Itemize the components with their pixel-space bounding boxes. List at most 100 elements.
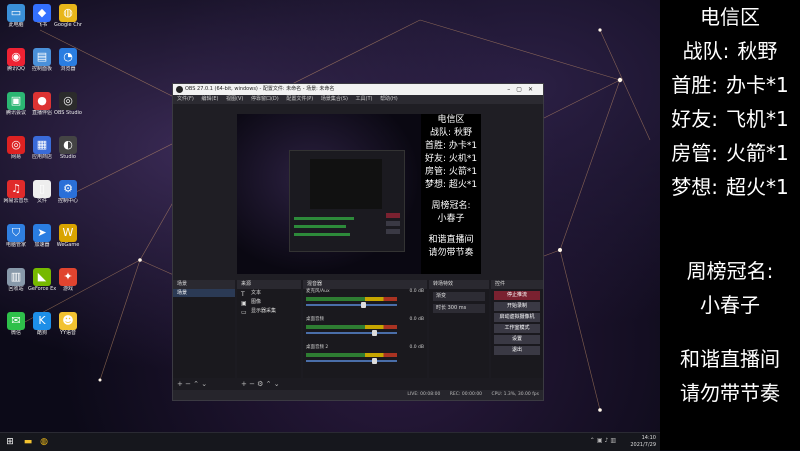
desktop-icon-label: WeGame xyxy=(56,242,80,248)
mixer-header: 混音器 xyxy=(303,280,427,289)
scenes-toolbar[interactable]: + − ⌃ ⌄ xyxy=(173,378,235,390)
desktop-icon[interactable]: ◎ OBS Studio xyxy=(54,92,82,116)
channel-db: 0.0 dB xyxy=(409,317,424,322)
chrome-icon: ◍ xyxy=(59,4,77,22)
control-button[interactable]: 启动虚拟摄像机 xyxy=(494,313,540,322)
desktop-icon[interactable]: ◍Google Chrome xyxy=(54,4,82,28)
obs-docks: 场景 场景 + − ⌃ ⌄ 来源 T 文本 ▣ 图像 ▭ 显示器采集 + − ⚙ ⌃ ⌄ … xyxy=(173,280,543,390)
volume-slider-knob[interactable] xyxy=(372,330,377,336)
file-explorer-icon[interactable]: ▬ xyxy=(22,436,34,448)
support-line: 好友: 飞机*1 xyxy=(660,102,800,136)
desktop-icon[interactable]: ➤ 加速器 xyxy=(28,224,56,248)
source-item[interactable]: T 文本 xyxy=(237,289,301,298)
qq-icon: ◉ xyxy=(7,48,25,66)
monitor-icon: ▭ xyxy=(241,309,247,316)
desktop-icon[interactable]: ✉ 微信 xyxy=(2,312,30,336)
menu-docks[interactable]: 停靠窗口(D) xyxy=(251,96,279,102)
mixer-list: 麦克风/Aux 0.0 dB 桌面音频 0.0 dB 桌面音频 2 0.0 dB xyxy=(303,289,427,378)
yy-icon: ☻ xyxy=(59,312,77,330)
scene-item[interactable]: 场景 xyxy=(173,289,235,297)
menu-scene-collection[interactable]: 场景集合(S) xyxy=(321,96,348,102)
windows-logo-icon[interactable]: ⊞ xyxy=(4,436,16,448)
control-button[interactable]: 停止推流 xyxy=(494,291,540,300)
volume-slider[interactable] xyxy=(306,360,397,362)
transitions-header: 转场特效 xyxy=(429,280,489,289)
control-button[interactable]: 退出 xyxy=(494,346,540,355)
stream-info-panel: 电信区 战队: 秋野 首胜: 办卡*1 好友: 飞机*1 房管: 火箭*1 梦想: 超火*1 周榜… xyxy=(660,0,800,450)
preview-overlay-line: 战队: 秋野 xyxy=(430,128,472,138)
obs-window[interactable]: OBS 27.0.1 (64-bit, windows) - 配置文件: 未命名… xyxy=(172,83,544,401)
transition-select[interactable]: 渐变 xyxy=(433,292,485,301)
desktop-icon[interactable]: ✦ 游戏 xyxy=(54,268,82,292)
desktop-icon[interactable]: ● 直播伴侣 xyxy=(28,92,56,116)
desktop-icon[interactable]: ◣GeForce Experience xyxy=(28,268,56,292)
control-panel-icon: ▤ xyxy=(33,48,51,66)
menu-tools[interactable]: 工具(T) xyxy=(356,96,373,102)
support-key: 梦想: xyxy=(671,175,718,199)
menu-view[interactable]: 视图(V) xyxy=(226,96,243,102)
wechat-icon: ✉ xyxy=(7,312,25,330)
source-label: 显示器采集 xyxy=(251,308,277,314)
wegame-icon: W xyxy=(59,224,77,242)
live-icon: ● xyxy=(33,92,51,110)
sources-toolbar[interactable]: + − ⚙ ⌃ ⌄ xyxy=(237,378,301,390)
desktop-icon[interactable]: ♫ 网易云音乐 xyxy=(2,180,30,204)
scenes-list: 场景 xyxy=(173,289,235,378)
system-tray-icons[interactable]: ⌃▣♪▥ xyxy=(590,437,618,444)
volume-slider-knob[interactable] xyxy=(372,358,377,364)
support-key: 战队: xyxy=(682,39,730,63)
desktop-icon-label: 腾讯会议 xyxy=(5,110,26,116)
desktop-icon-label: GeForce Experience xyxy=(28,286,56,292)
desktop-icon[interactable]: ▥ 回收站 xyxy=(2,268,30,292)
desktop-icon[interactable]: ◐ Studio xyxy=(54,136,82,160)
chrome-taskbar-icon[interactable]: ◍ xyxy=(38,436,50,448)
desktop-icon-label: 微信 xyxy=(10,330,21,336)
mixer-channel: 麦克风/Aux 0.0 dB xyxy=(303,289,427,317)
volume-slider[interactable] xyxy=(306,332,397,334)
transition-duration[interactable]: 时长 300 ms xyxy=(433,304,485,313)
obs-statusbar: LIVE: 00:08:00 REC: 00:00:00 CPU: 1.3%, … xyxy=(173,390,543,400)
source-label: 文本 xyxy=(251,290,262,296)
desktop-icon[interactable]: ▯ 文件 xyxy=(28,180,56,204)
volume-slider-knob[interactable] xyxy=(360,302,366,308)
source-item[interactable]: ▭ 显示器采集 xyxy=(237,307,301,316)
status-live: LIVE: 00:08:00 xyxy=(407,392,441,397)
menu-edit[interactable]: 编辑(E) xyxy=(201,96,218,102)
clock-date: 2021/7/29 xyxy=(630,442,656,448)
menu-profile[interactable]: 配置文件(P) xyxy=(286,96,313,102)
desktop-icon[interactable]: ◉ 腾讯QQ xyxy=(2,48,30,72)
menu-file[interactable]: 文件(F) xyxy=(177,96,194,102)
file-icon: ▯ xyxy=(33,180,51,198)
desktop-icon[interactable]: ◎ 网易 xyxy=(2,136,30,160)
desktop-icon[interactable]: ▣ 腾讯会议 xyxy=(2,92,30,116)
desktop-icon-label: 控制中心 xyxy=(57,198,78,204)
volume-slider[interactable] xyxy=(306,304,397,306)
window-controls[interactable]: –▢✕ xyxy=(507,84,539,95)
desktop-icon[interactable]: ◆ 飞书 xyxy=(28,4,56,28)
obs-preview[interactable]: 电信区 战队: 秋野 首胜: 办卡*1 好友: 火机*1 房管: 火箭*1 梦想: 超火*… xyxy=(237,114,481,274)
desktop-icon[interactable]: ⚙ 控制中心 xyxy=(54,180,82,204)
desktop-icon[interactable]: ▤ 控制面板 xyxy=(28,48,56,72)
control-button[interactable]: 开始录制 xyxy=(494,302,540,311)
desktop-icon[interactable]: ▭ 此电脑 xyxy=(2,4,30,28)
source-item[interactable]: ▣ 图像 xyxy=(237,298,301,307)
desktop-icon[interactable]: ☻ YY语音 xyxy=(54,312,82,336)
desktop-icon[interactable]: ▦ 应用商店 xyxy=(28,136,56,160)
obs-icon: ◎ xyxy=(59,92,77,110)
desktop-icon[interactable]: K 酷狗 xyxy=(28,312,56,336)
volume-meter xyxy=(306,353,397,357)
desktop-icon[interactable]: ◔ 浏览器 xyxy=(54,48,82,72)
menu-help[interactable]: 帮助(H) xyxy=(380,96,398,102)
sources-list: T 文本 ▣ 图像 ▭ 显示器采集 xyxy=(237,289,301,378)
clock[interactable]: 14:10 2021/7/29 xyxy=(630,435,656,449)
slogan-line-2: 请勿带节奏 xyxy=(680,381,780,405)
status-rec: REC: 00:00:00 xyxy=(449,392,483,397)
desktop-icon[interactable]: ⛉ 电脑管家 xyxy=(2,224,30,248)
controls-list: 停止推流开始录制启动虚拟摄像机 工作室模式设置退出 xyxy=(491,289,543,378)
control-button[interactable]: 工作室模式 xyxy=(494,324,540,333)
support-key: 房管: xyxy=(671,141,718,165)
obs-titlebar[interactable]: OBS 27.0.1 (64-bit, windows) - 配置文件: 未命名… xyxy=(173,84,543,95)
desktop-icon-label: 电脑管家 xyxy=(5,242,26,248)
control-button[interactable]: 设置 xyxy=(494,335,540,344)
desktop-icon[interactable]: W WeGame xyxy=(54,224,82,248)
